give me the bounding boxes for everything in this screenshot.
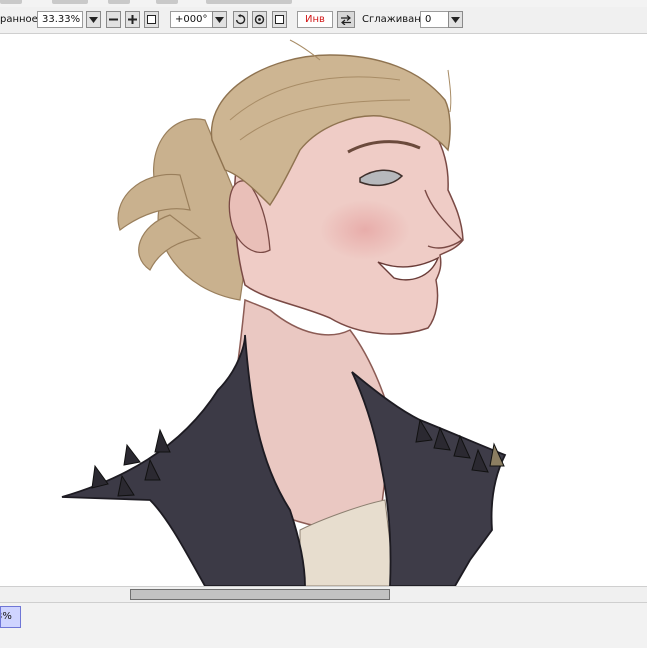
menu-item-fragment[interactable] bbox=[206, 0, 292, 4]
zoom-dropdown-button[interactable] bbox=[86, 11, 101, 28]
menu-item-fragment[interactable] bbox=[108, 0, 130, 4]
drawing-canvas[interactable] bbox=[0, 34, 647, 586]
smoothing-dropdown-button[interactable] bbox=[448, 11, 463, 28]
rotate-reset-button[interactable] bbox=[252, 11, 267, 28]
rotation-dropdown-button[interactable] bbox=[212, 11, 227, 28]
horizontal-scrollbar[interactable] bbox=[0, 586, 647, 603]
zoom-fit-button[interactable] bbox=[144, 11, 159, 28]
rotate-left-button[interactable] bbox=[233, 11, 248, 28]
dropdown-arrow-icon bbox=[451, 16, 460, 23]
zoom-out-icon bbox=[109, 18, 118, 21]
menu-item-fragment[interactable] bbox=[52, 0, 88, 4]
rotate-reset-icon bbox=[254, 14, 265, 25]
rotate-right-icon bbox=[275, 15, 284, 24]
zoom-status-badge[interactable]: 3% bbox=[0, 606, 21, 628]
artwork-illustration bbox=[61, 39, 507, 586]
zoom-in-button[interactable] bbox=[125, 11, 140, 28]
status-bar: 3% bbox=[0, 603, 647, 648]
dropdown-arrow-icon bbox=[215, 16, 224, 23]
zoom-out-button[interactable] bbox=[106, 11, 121, 28]
invert-button[interactable]: Инв bbox=[297, 11, 333, 28]
menu-item-fragment[interactable] bbox=[0, 0, 22, 4]
zoom-field[interactable]: 33.33% bbox=[37, 11, 83, 28]
menu-item-fragment[interactable] bbox=[156, 0, 178, 4]
swap-icon bbox=[341, 14, 351, 25]
scrollbar-thumb[interactable] bbox=[130, 589, 390, 600]
rotate-left-icon bbox=[235, 14, 246, 25]
zoom-fit-icon bbox=[147, 15, 156, 24]
swap-button[interactable] bbox=[337, 11, 355, 28]
dropdown-arrow-icon bbox=[89, 16, 98, 23]
zoom-in-icon bbox=[128, 15, 137, 24]
mode-label: ранное bbox=[0, 14, 38, 25]
navigator-toolbar: ранное 33.33% +000° Инв Сглаживание 0 bbox=[0, 7, 647, 34]
rotate-right-button[interactable] bbox=[272, 11, 287, 28]
